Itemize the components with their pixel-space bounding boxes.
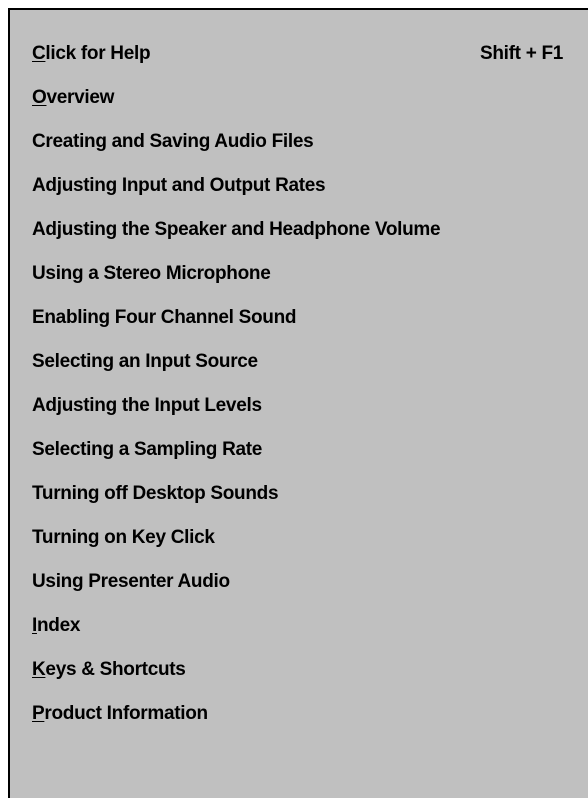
menu-item-enabling-four-channel-sound[interactable]: Enabling Four Channel Sound xyxy=(32,298,297,338)
menu-item-adjusting-input-levels[interactable]: Adjusting the Input Levels xyxy=(32,386,262,426)
shortcut-shift-f1: Shift + F1 xyxy=(480,43,564,64)
menu-item-click-for-help[interactable]: Click for Help xyxy=(32,34,151,74)
menu-item-adjusting-speaker-headphone-volume[interactable]: Adjusting the Speaker and Headphone Volu… xyxy=(32,210,441,250)
menu-item-using-presenter-audio[interactable]: Using Presenter Audio xyxy=(32,562,230,602)
mnemonic-k: K xyxy=(32,659,46,680)
mnemonic-o: O xyxy=(32,87,47,108)
menu-item-product-information[interactable]: Product Information xyxy=(32,694,208,734)
menu-item-overview[interactable]: Overview xyxy=(32,78,114,118)
help-menu: Click for Help Shift + F1 Overview Creat… xyxy=(8,8,588,798)
menu-item-keys-shortcuts[interactable]: Keys & Shortcuts xyxy=(32,650,186,690)
menu-item-adjusting-input-output-rates[interactable]: Adjusting Input and Output Rates xyxy=(32,166,326,206)
menu-item-label: ndex xyxy=(36,615,81,636)
menu-item-creating-saving-audio-files[interactable]: Creating and Saving Audio Files xyxy=(32,122,314,162)
menu-item-using-stereo-microphone[interactable]: Using a Stereo Microphone xyxy=(32,254,271,294)
menu-item-label: lick for Help xyxy=(45,43,151,64)
menu-item-selecting-input-source[interactable]: Selecting an Input Source xyxy=(32,342,258,382)
menu-item-label: roduct Information xyxy=(44,703,208,724)
mnemonic-p: P xyxy=(32,703,45,724)
menu-item-label: verview xyxy=(46,87,115,108)
menu-item-label: eys & Shortcuts xyxy=(45,659,186,680)
mnemonic-c: C xyxy=(32,43,46,64)
menu-item-selecting-sampling-rate[interactable]: Selecting a Sampling Rate xyxy=(32,430,262,470)
menu-item-index[interactable]: Index xyxy=(32,606,80,646)
menu-item-turning-on-key-click[interactable]: Turning on Key Click xyxy=(32,518,215,558)
menu-item-turning-off-desktop-sounds[interactable]: Turning off Desktop Sounds xyxy=(32,474,279,514)
